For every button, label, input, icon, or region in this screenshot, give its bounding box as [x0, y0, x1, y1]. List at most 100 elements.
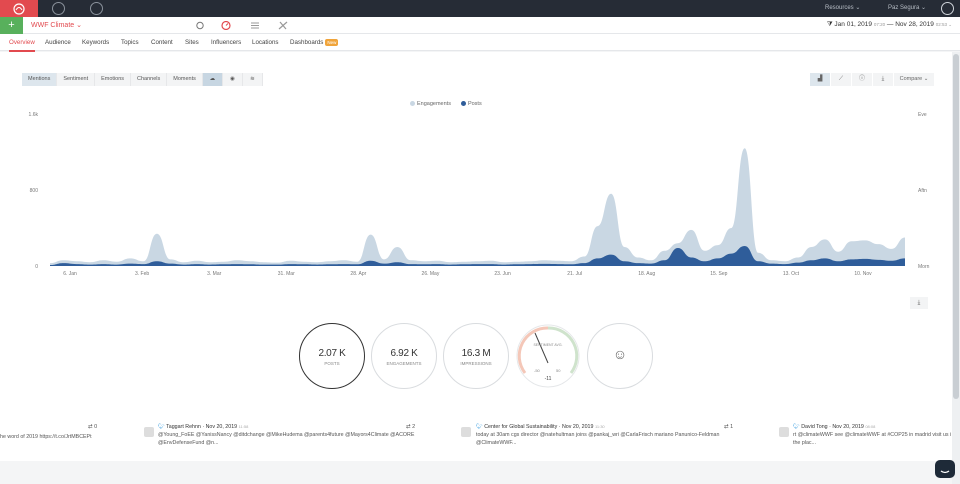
legend-posts[interactable]: Posts — [460, 101, 482, 107]
scrollbar-thumb[interactable] — [953, 54, 959, 399]
nav-keywords[interactable]: Keywords — [82, 39, 109, 46]
series-area-engagements[interactable] — [50, 148, 905, 266]
tab-cloud[interactable]: ☁ — [202, 73, 223, 86]
x-tick-label: 13. Oct — [783, 271, 800, 277]
chat-button[interactable] — [935, 460, 955, 478]
chart-download-button[interactable]: ⤓ — [910, 297, 928, 309]
info-icon: ⓘ — [858, 76, 865, 82]
alert-gauge-icon[interactable] — [221, 21, 231, 30]
feed-post[interactable]: 🐦︎ Center for Global Sustainability · No… — [476, 423, 734, 447]
x-tick-label: 28. Apr — [350, 271, 366, 277]
feed-post[interactable]: 🐦︎ David Tong · Nov 20, 2019 08:08 rt @c… — [793, 423, 952, 447]
feed-post[interactable]: ⇄ 0 he word of 2019 https://t.co/JrtMBCE… — [0, 423, 100, 441]
tab-channels[interactable]: Channels — [131, 73, 168, 86]
tab-moments[interactable]: Moments — [167, 73, 203, 86]
gauge-max: 50 — [556, 368, 561, 373]
nav-content[interactable]: Content — [151, 39, 173, 46]
project-selector[interactable]: WWF Climate ⌄ — [31, 21, 82, 29]
project-bar: + WWF Climate ⌄ ⧩ Jan 01, 2019 07:20 — N… — [0, 17, 960, 34]
x-tick-label: 3. Feb — [135, 271, 149, 277]
tab-signal[interactable]: ≋ — [242, 73, 263, 86]
post-text: rt @climateWWF see @climateWWF at #COP25… — [793, 432, 952, 438]
twitter-icon: 🐦︎ — [476, 424, 483, 430]
legend-label: Engagements — [417, 101, 451, 107]
post-text-cont: @EnvDefenseFund @n... — [158, 440, 219, 446]
nav-topics[interactable]: Topics — [121, 39, 139, 46]
eye-icon: ◉ — [230, 76, 235, 82]
chat-icon — [940, 470, 950, 474]
retweet-value: 2 — [412, 424, 416, 430]
post-text: @Young_FoEE @YanissNancy @ditdchange @Mi… — [158, 432, 415, 438]
feed-post[interactable]: 🐦︎ Taggart Rehnn · Nov 20, 2019 11:58 ⇄ … — [158, 423, 416, 447]
kpi-label: ENGAGEMENTS — [386, 361, 422, 366]
wifi-icon: ≋ — [250, 76, 255, 82]
download-button[interactable]: ⤓ — [873, 73, 893, 86]
date-range-picker[interactable]: ⧩ Jan 01, 2019 07:20 — Nov 28, 2019 02:5… — [827, 21, 952, 29]
avatar — [144, 427, 154, 437]
retweet-count: ⇄ 2 — [406, 424, 416, 430]
tab-mentions[interactable]: Mentions — [22, 73, 58, 86]
main-nav: Overview Audience Keywords Topics Conten… — [0, 34, 960, 52]
post-author: Center for Global Sustainability · Nov 2… — [484, 424, 594, 430]
nav-influencers[interactable]: Influencers — [211, 39, 241, 46]
resources-menu[interactable]: Resources ⌄ — [825, 4, 860, 11]
cloud-icon: ☁ — [209, 76, 216, 82]
post-author: David Tong · Nov 20, 2019 — [801, 424, 864, 430]
top-bar: Resources ⌄ Paz Segura ⌄ — [0, 0, 960, 17]
nav-locations[interactable]: Locations — [252, 39, 279, 46]
tab-view[interactable]: ◉ — [222, 73, 243, 86]
x-tick-label: 31. Mar — [278, 271, 295, 277]
footer — [0, 461, 952, 484]
brand-icon-2[interactable] — [52, 2, 65, 15]
x-tick-label: 18. Aug — [638, 271, 655, 277]
nav-dashboards-label: Dashboards — [290, 39, 324, 46]
line-chart-button[interactable]: ⟋ — [831, 73, 851, 86]
list-icon[interactable] — [250, 21, 260, 30]
tab-emotions[interactable]: Emotions — [95, 73, 132, 86]
gauge-label: SENTIMENT AVG. — [533, 343, 563, 347]
brand-logo[interactable] — [0, 0, 38, 17]
refresh-icon[interactable] — [195, 21, 205, 30]
sentiment-gauge: SENTIMENT AVG. -50 50 -11 — [515, 323, 581, 389]
retweet-count: ⇄ 0 — [88, 424, 98, 430]
x-tick-label: 3. Mar — [207, 271, 222, 277]
post-time: 08:08 — [865, 424, 876, 429]
post-text-cont: the plac... — [793, 440, 816, 446]
y-tick-label: 800 — [30, 188, 39, 194]
kpi-label: IMPRESSIONS — [460, 361, 492, 366]
brand-icon-3[interactable] — [90, 2, 103, 15]
date-separator: — — [886, 21, 894, 28]
avatar — [779, 427, 789, 437]
x-tick-label: 10. Nov — [854, 271, 872, 277]
page-scrollbar[interactable] — [952, 52, 960, 484]
y-tick-label: 0 — [35, 264, 38, 270]
post-time: 11:58 — [238, 424, 249, 429]
emotion-kpi: ☺ — [587, 323, 653, 389]
tab-sentiment[interactable]: Sentiment — [57, 73, 96, 86]
help-icon[interactable] — [941, 2, 954, 15]
nav-sites[interactable]: Sites — [185, 39, 199, 46]
user-menu[interactable]: Paz Segura ⌄ — [888, 4, 926, 11]
info-button[interactable]: ⓘ — [852, 73, 872, 86]
kpi-posts: 2.07 K POSTS — [299, 323, 365, 389]
legend-dot — [460, 101, 466, 107]
retweet-value: 1 — [730, 424, 734, 430]
nav-dashboards[interactable]: Dashboards New — [290, 38, 339, 46]
y-right-tick-label: Aftn — [918, 188, 927, 194]
compare-dropdown[interactable]: Compare ⌄ — [894, 73, 934, 86]
area-chart-button[interactable]: ▟ — [810, 73, 830, 86]
y-tick-label: 1.6k — [29, 112, 39, 118]
chart-legend: Engagements Posts — [410, 101, 482, 107]
post-feed: ⇄ 0 he word of 2019 https://t.co/JrtMBCE… — [0, 411, 952, 461]
add-button[interactable]: + — [0, 17, 23, 34]
twitter-icon: 🐦︎ — [793, 424, 800, 430]
nav-overview[interactable]: Overview — [9, 39, 35, 52]
retweet-value: 0 — [94, 424, 98, 430]
x-tick-label: 23. Jun — [494, 271, 511, 277]
x-tick-label: 21. Jul — [567, 271, 582, 277]
post-header: 🐦︎ Taggart Rehnn · Nov 20, 2019 11:58 — [158, 423, 416, 431]
kpi-impressions: 16.3 M IMPRESSIONS — [443, 323, 509, 389]
legend-engagements[interactable]: Engagements — [410, 101, 451, 107]
nav-audience[interactable]: Audience — [45, 39, 71, 46]
tools-icon[interactable] — [278, 21, 288, 30]
